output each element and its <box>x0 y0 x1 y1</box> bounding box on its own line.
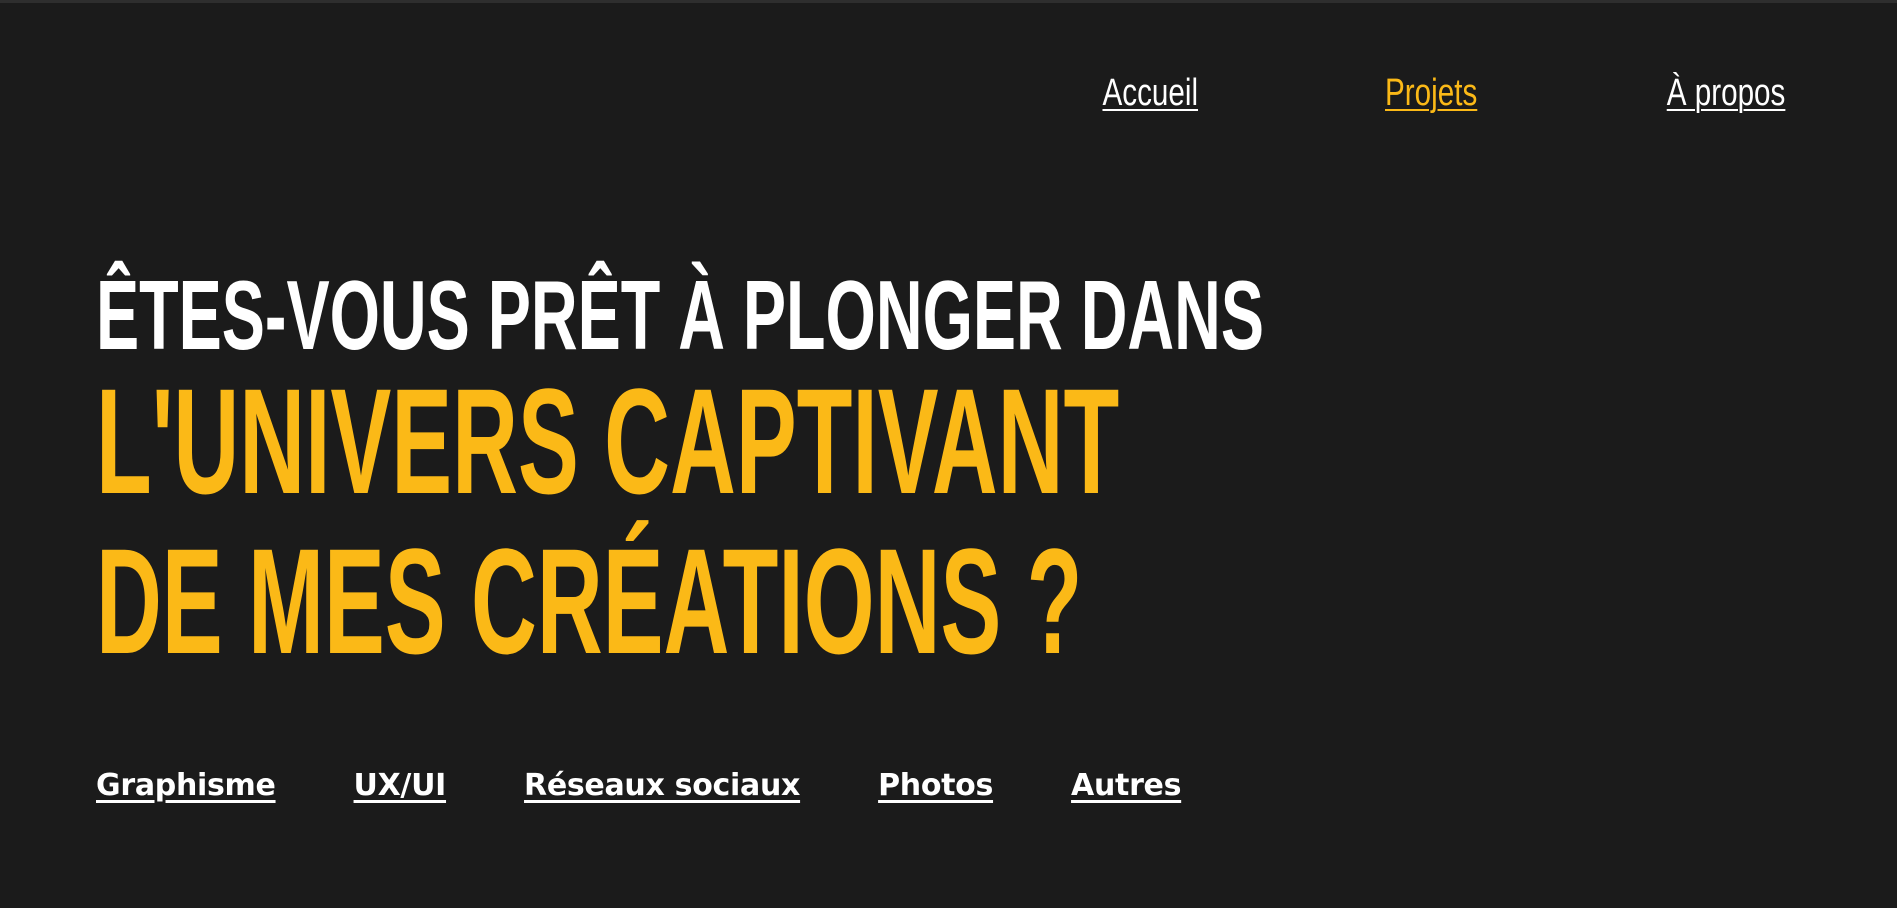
nav-link-accueil[interactable]: Accueil <box>1103 72 1199 115</box>
page: Accueil Projets À propos ÊTES-VOUS PRÊT … <box>0 0 1897 908</box>
hero-heading: ÊTES-VOUS PRÊT À PLONGER DANS L'UNIVERS … <box>96 260 1264 685</box>
category-link-photos[interactable]: Photos <box>878 768 993 803</box>
nav-link-a-propos[interactable]: À propos <box>1667 72 1786 115</box>
top-border <box>0 0 1897 3</box>
main-nav: Accueil Projets À propos <box>1089 72 1802 115</box>
hero-line-highlight-1: L'UNIVERS CAPTIVANT <box>96 357 1120 525</box>
category-filter-bar: Graphisme UX/UI Réseaux sociaux Photos A… <box>96 768 1181 803</box>
category-link-reseaux-sociaux[interactable]: Réseaux sociaux <box>524 768 800 803</box>
category-link-graphisme[interactable]: Graphisme <box>96 768 276 803</box>
hero-line-intro: ÊTES-VOUS PRÊT À PLONGER DANS <box>96 260 1264 370</box>
nav-link-projets[interactable]: Projets <box>1385 72 1477 115</box>
category-link-ux-ui[interactable]: UX/UI <box>354 768 447 803</box>
hero-line-highlight-2: DE MES CRÉATIONS ? <box>96 517 1083 685</box>
category-link-autres[interactable]: Autres <box>1071 768 1181 803</box>
